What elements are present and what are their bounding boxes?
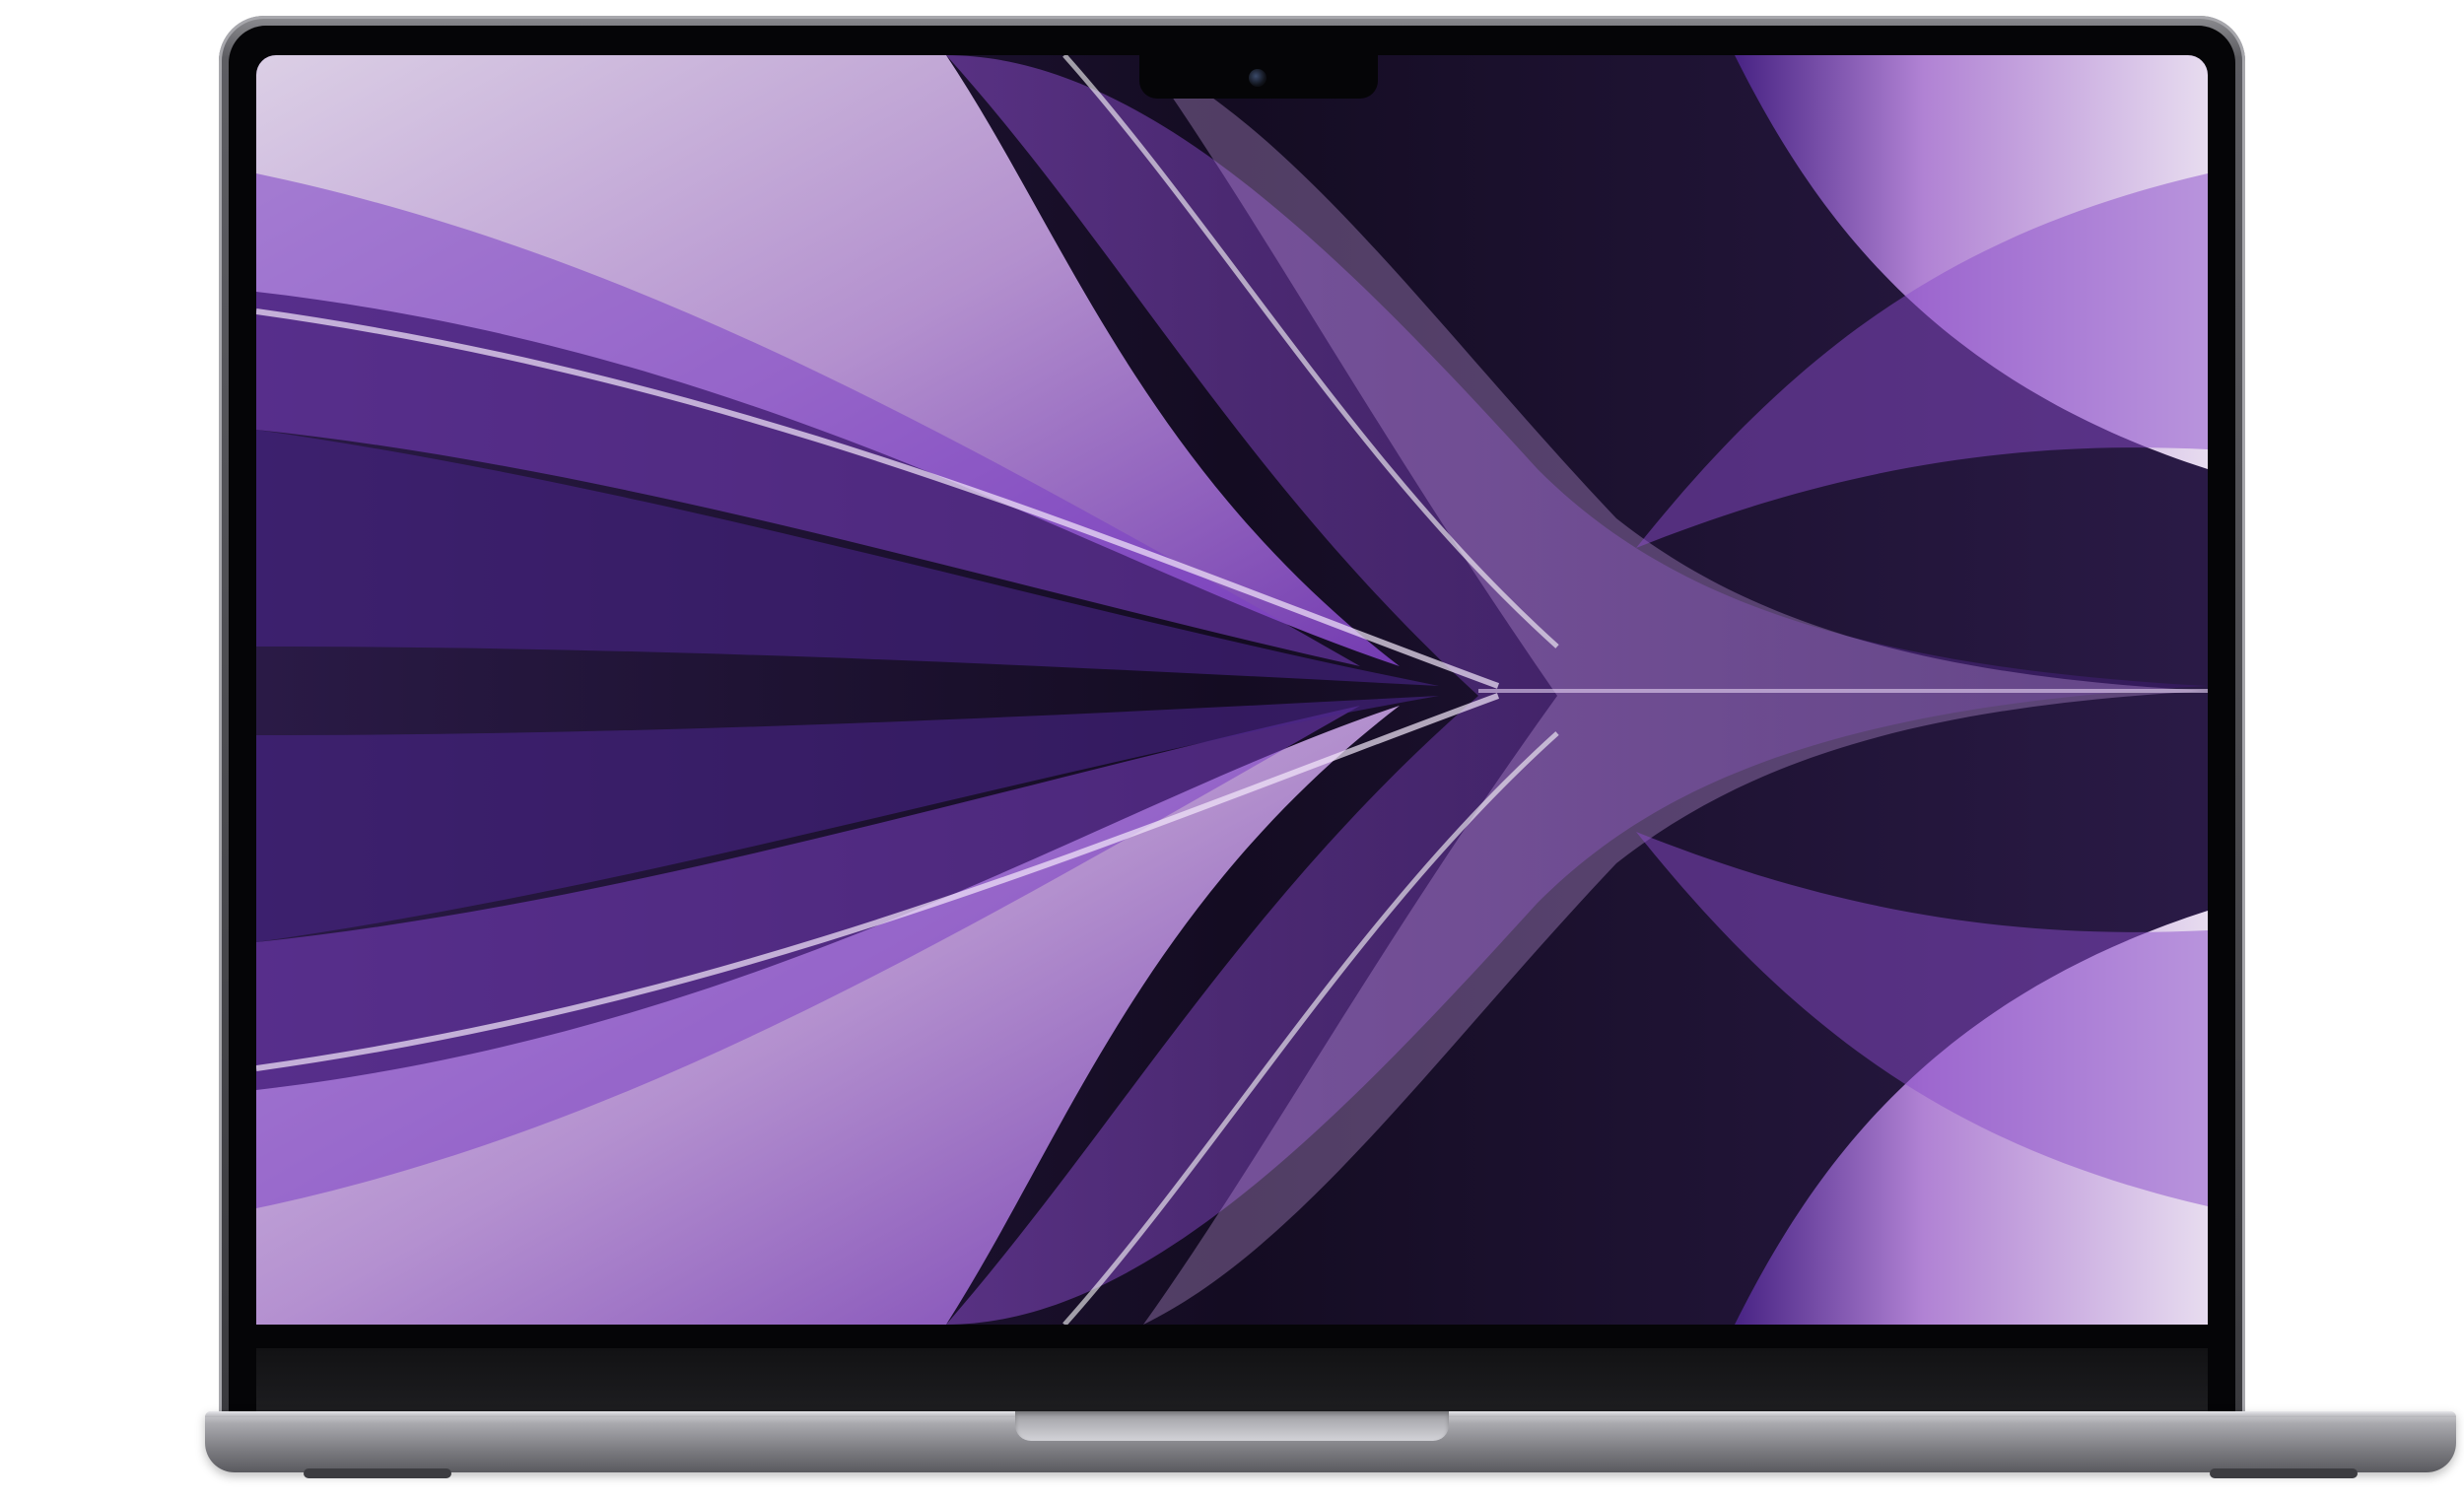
- lid-opening-notch: [1015, 1411, 1449, 1441]
- webcam-icon: [1249, 69, 1266, 87]
- product-image: [0, 0, 2464, 1500]
- display-chin: [256, 1348, 2208, 1411]
- right-foot: [2210, 1468, 2358, 1478]
- laptop-display-lid: [219, 16, 2245, 1425]
- camera-notch: [1139, 55, 1378, 99]
- display-bezel: [229, 26, 2235, 1419]
- display-screen: [256, 55, 2208, 1325]
- left-foot: [304, 1468, 451, 1478]
- laptop-base: [205, 1411, 2456, 1478]
- wallpaper: [256, 55, 2208, 1325]
